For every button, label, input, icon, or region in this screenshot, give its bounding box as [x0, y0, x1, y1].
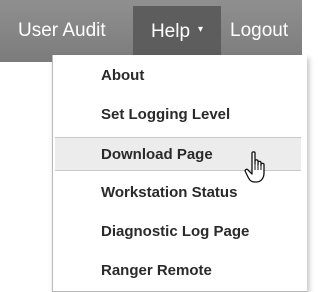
hand-pointer-cursor-icon — [244, 151, 265, 183]
nav-user-audit[interactable]: User Audit — [18, 0, 106, 62]
menu-item-set-logging-level[interactable]: Set Logging Level — [55, 98, 301, 132]
nav-help-menu[interactable]: Help ▾ — [133, 6, 221, 58]
page: User Audit Help ▾ Logout About Set Loggin… — [0, 0, 307, 292]
nav-help-label: Help — [150, 21, 191, 43]
caret-down-icon: ▾ — [198, 24, 204, 35]
menu-item-ranger-remote[interactable]: Ranger Remote — [55, 254, 301, 288]
nav-logout[interactable]: Logout — [230, 0, 288, 62]
menu-item-about[interactable]: About — [55, 59, 301, 93]
top-navbar: User Audit Help ▾ Logout — [0, 0, 302, 62]
menu-item-diagnostic-log-page[interactable]: Diagnostic Log Page — [55, 215, 301, 249]
